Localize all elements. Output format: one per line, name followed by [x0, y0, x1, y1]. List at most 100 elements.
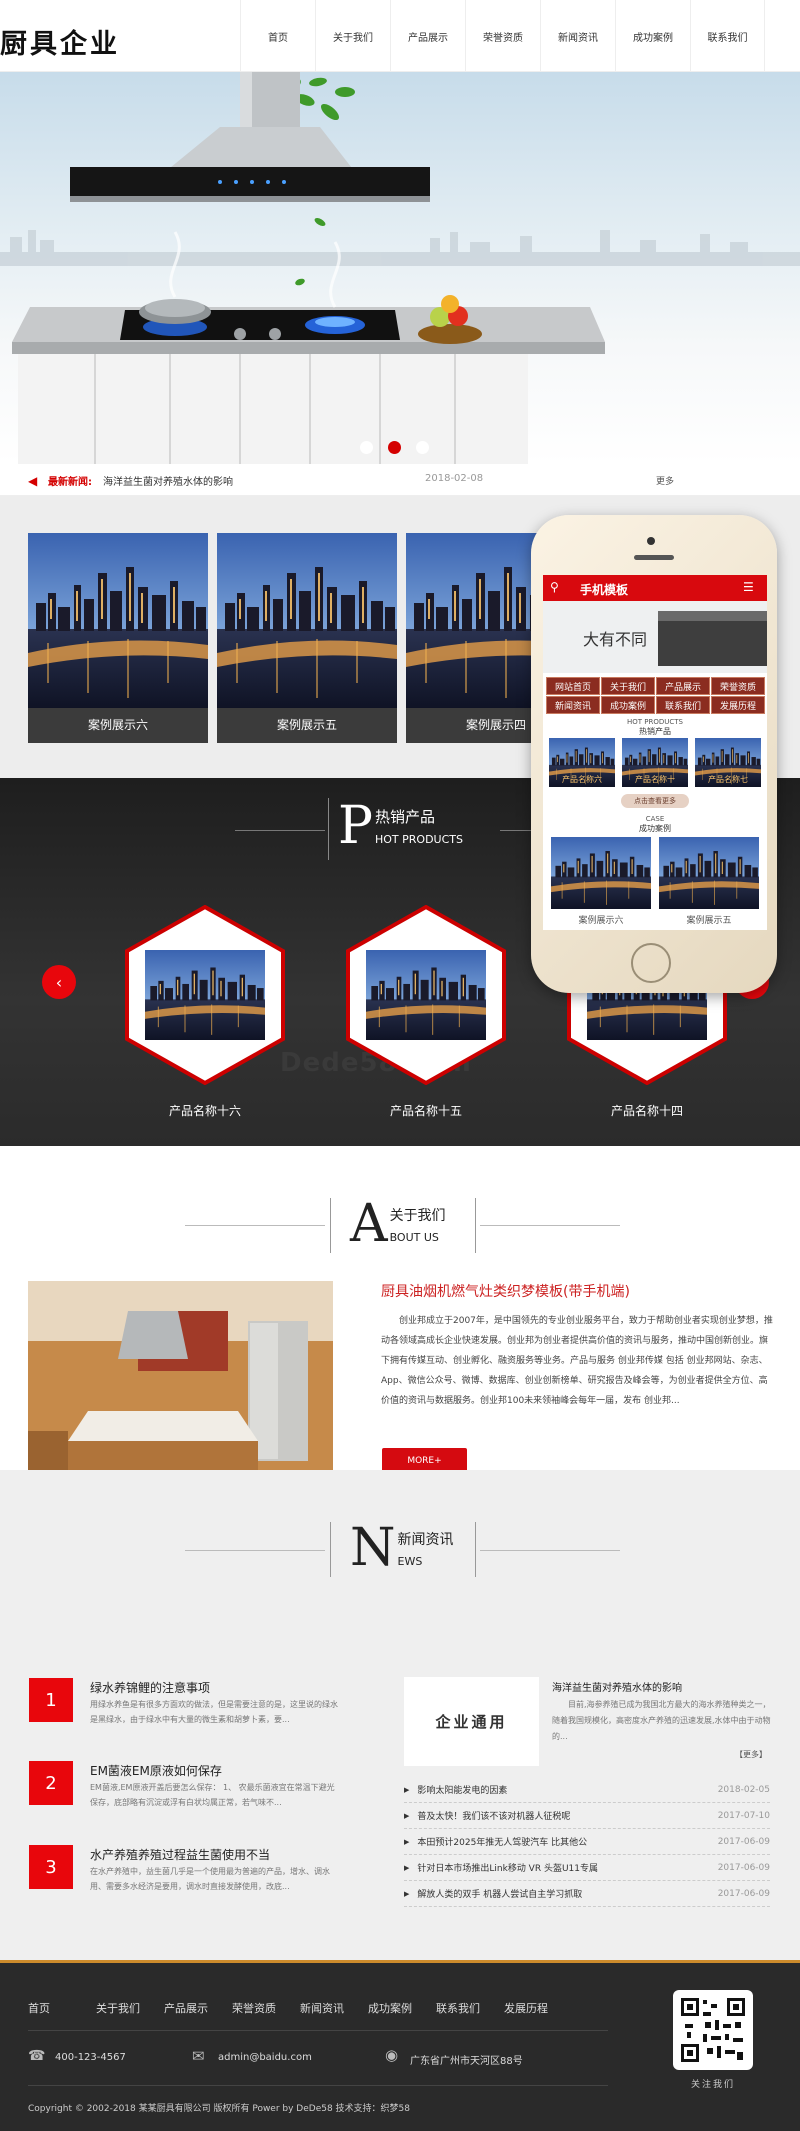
- footer-divider: [28, 2030, 608, 2031]
- phone-case-name: 案例展示五: [686, 916, 732, 926]
- footer-nav-products[interactable]: 产品展示: [164, 2000, 208, 2016]
- ticker-more-link[interactable]: 更多: [656, 474, 674, 487]
- footer-nav-news[interactable]: 新闻资讯: [300, 2000, 344, 2016]
- news-title: N 新闻资讯 EWS: [350, 1522, 454, 1574]
- footer-copyright: Copyright © 2002-2018 某某厨具有限公司 版权所有 Powe…: [28, 2104, 411, 2114]
- phone-menu-item[interactable]: 成功案例: [601, 696, 655, 714]
- phone-menu-item[interactable]: 关于我们: [601, 677, 655, 695]
- email-icon: ✉: [192, 2047, 205, 2065]
- title-cn: 新闻资讯: [397, 1531, 454, 1548]
- nav-products[interactable]: 产品展示: [390, 0, 465, 72]
- news-feature-more-link[interactable]: 【更多】: [735, 1749, 767, 1760]
- svg-text:大有不同: 大有不同: [583, 630, 647, 649]
- footer-nav-cases[interactable]: 成功案例: [368, 2000, 412, 2016]
- phone-banner: 大有不同: [543, 601, 767, 673]
- qr-code: [673, 1990, 753, 2070]
- title-en: HOT PRODUCTS: [375, 833, 463, 846]
- location-icon: ◉: [385, 2046, 399, 2064]
- kitchen-hood-illustration: [0, 72, 800, 464]
- phone-icon: ☎: [28, 2048, 46, 2064]
- ticker-label: 最新新闻:: [48, 477, 92, 488]
- nav-honors[interactable]: 荣誉资质: [465, 0, 540, 72]
- menu-icon: ☰: [743, 580, 754, 594]
- footer-phone: 400-123-4567: [55, 2052, 126, 2063]
- nav-cases[interactable]: 成功案例: [615, 0, 690, 72]
- news-feature-summary: 目前,海参养殖已成为我国北方最大的海水养殖种类之一，随着我国规模化，高密度水产养…: [552, 1700, 771, 1741]
- news-number-badge: 2: [29, 1761, 73, 1805]
- ticker-title[interactable]: 海洋益生菌对养殖水体的影响: [103, 473, 233, 488]
- product-name[interactable]: 产品名称十四: [567, 1102, 727, 1119]
- hot-products-title: P 热销产品 HOT PRODUCTS: [338, 800, 463, 852]
- phone-menu-item[interactable]: 联系我们: [656, 696, 710, 714]
- product-name[interactable]: 产品名称十五: [346, 1102, 506, 1119]
- title-cn: 热销产品: [375, 808, 436, 826]
- footer-nav-history[interactable]: 发展历程: [504, 2000, 548, 2016]
- news-feature-title[interactable]: 海洋益生菌对养殖水体的影响: [552, 1679, 682, 1694]
- news-list-item[interactable]: ▶ 普及太快！我们该不该对机器人征税呢 2017-07-10: [404, 1803, 770, 1829]
- bullet-icon: ▶: [404, 1811, 410, 1820]
- nav-contact[interactable]: 联系我们: [690, 0, 765, 72]
- about-section: A 关于我们 BOUT US 厨具油烟机燃气灶类织梦模板(带手机端) 创业邦成立…: [0, 1146, 800, 1493]
- footer-email[interactable]: admin@baidu.com: [218, 2052, 312, 2063]
- news-item-title[interactable]: 水产养殖养殖过程益生菌使用不当: [90, 1846, 270, 1863]
- slide-dot-1[interactable]: [360, 441, 373, 454]
- product-name[interactable]: 产品名称十六: [125, 1102, 285, 1119]
- news-list-item[interactable]: ▶ 影响太阳能发电的因素 2018-02-05: [404, 1777, 770, 1803]
- title-divider: [330, 1522, 331, 1577]
- title-rule: [185, 1225, 325, 1226]
- phone-menu-item[interactable]: 荣誉资质: [711, 677, 765, 695]
- phone-header-title: 手机模板: [580, 583, 629, 597]
- footer-nav-home[interactable]: 首页: [28, 2000, 50, 2016]
- footer-nav-honors[interactable]: 荣誉资质: [232, 2000, 276, 2016]
- case-caption: 案例展示五: [217, 708, 397, 743]
- news-list-item[interactable]: ▶ 解放人类的双手 机器人尝试自主学习抓取 2017-06-09: [404, 1881, 770, 1907]
- phone-case-name: 案例展示六: [578, 916, 624, 926]
- phone-menu-item[interactable]: 网站首页: [546, 677, 600, 695]
- title-en: BOUT US: [389, 1230, 439, 1244]
- title-divider: [475, 1522, 476, 1577]
- product-hexagon[interactable]: [346, 905, 506, 1085]
- news-item-title[interactable]: EM菌液EM原液如何保存: [90, 1762, 222, 1779]
- news-ticker: ◀ 最新新闻: 海洋益生菌对养殖水体的影响 2018-02-08 更多: [0, 464, 800, 496]
- title-divider: [330, 1198, 331, 1253]
- news-item-title[interactable]: 绿水养锦鲤的注意事项: [90, 1679, 210, 1696]
- title-rule: [185, 1550, 325, 1551]
- title-en: EWS: [397, 1554, 423, 1568]
- case-card[interactable]: 案例展示五: [217, 533, 397, 743]
- news-feature-image[interactable]: 企业通用: [404, 1677, 539, 1766]
- about-kitchen-image: [28, 1281, 333, 1493]
- about-heading[interactable]: 厨具油烟机燃气灶类织梦模板(带手机端): [381, 1281, 630, 1301]
- phone-case-image[interactable]: [551, 837, 651, 909]
- phone-case-image[interactable]: [659, 837, 759, 909]
- bullet-icon: ▶: [404, 1837, 410, 1846]
- title-cn: 关于我们: [389, 1207, 446, 1224]
- qr-label: 关注我们: [690, 2080, 735, 2090]
- product-hexagon[interactable]: [125, 905, 285, 1085]
- prev-arrow-button[interactable]: ‹: [42, 965, 76, 999]
- ticker-date: 2018-02-08: [425, 473, 484, 484]
- phone-menu-item[interactable]: 新闻资讯: [546, 696, 600, 714]
- slide-dot-3[interactable]: [416, 441, 429, 454]
- news-list-item[interactable]: ▶ 针对日本市场推出Link移动 VR 头盔U11专属 2017-06-09: [404, 1855, 770, 1881]
- site-logo[interactable]: 厨具企业: [0, 22, 120, 61]
- case-card[interactable]: 案例展示六: [28, 533, 208, 743]
- title-rule: [480, 1550, 620, 1551]
- phone-menu-item[interactable]: 发展历程: [711, 696, 765, 714]
- nav-home[interactable]: 首页: [240, 0, 315, 72]
- news-list-item[interactable]: ▶ 本田预计2025年推无人驾驶汽车 比其他公 2017-06-09: [404, 1829, 770, 1855]
- nav-news[interactable]: 新闻资讯: [540, 0, 615, 72]
- nav-about[interactable]: 关于我们: [315, 0, 390, 72]
- home-button: [631, 943, 671, 983]
- search-icon: ⚲: [550, 580, 559, 594]
- footer-nav-about[interactable]: 关于我们: [96, 2000, 140, 2016]
- title-divider: [328, 798, 329, 860]
- slide-dot-2[interactable]: [388, 441, 401, 454]
- phone-menu-item[interactable]: 产品展示: [656, 677, 710, 695]
- site-header: 厨具企业 首页 关于我们 产品展示 荣誉资质 新闻资讯 成功案例 联系我们: [0, 0, 800, 72]
- title-initial: N: [350, 1518, 396, 1578]
- title-initial: A: [350, 1194, 388, 1254]
- phone-more-button[interactable]: 点击查看更多: [621, 794, 689, 808]
- phone-product-name: 产品名称六: [562, 775, 602, 784]
- case-image: [217, 533, 397, 708]
- footer-nav-contact[interactable]: 联系我们: [436, 2000, 480, 2016]
